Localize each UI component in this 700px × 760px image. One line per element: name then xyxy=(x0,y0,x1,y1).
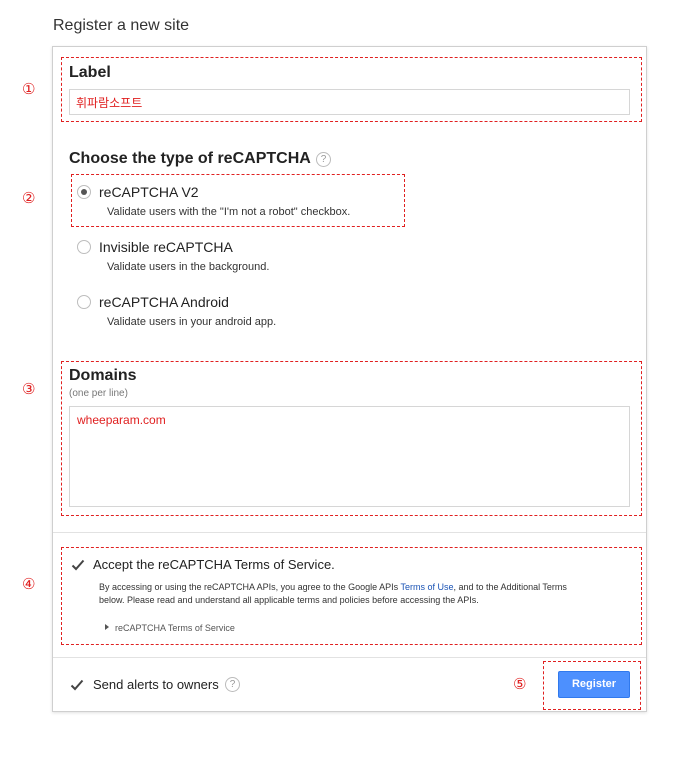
checkmark-icon xyxy=(70,679,84,691)
domains-title: Domains xyxy=(69,367,137,384)
help-icon[interactable]: ? xyxy=(316,152,331,167)
domains-textarea[interactable]: wheeparam.com xyxy=(69,406,630,507)
register-button[interactable]: Register xyxy=(558,671,630,698)
annotation-marker-3: ③ xyxy=(22,380,36,398)
help-icon[interactable]: ? xyxy=(225,677,240,692)
option-title-invisible: Invisible reCAPTCHA xyxy=(99,239,233,255)
register-site-panel: Label 휘파람소프트 Choose the type of reCAPTCH… xyxy=(52,46,647,712)
option-desc-v2: Validate users with the "I'm not a robot… xyxy=(107,206,351,218)
annotation-marker-4: ④ xyxy=(22,575,36,593)
option-title-v2: reCAPTCHA V2 xyxy=(99,184,199,200)
divider xyxy=(53,657,646,658)
label-input[interactable]: 휘파람소프트 xyxy=(69,89,630,115)
radio-recaptcha-android[interactable] xyxy=(77,295,91,309)
domains-hint: (one per line) xyxy=(69,388,128,399)
alerts-checkbox[interactable] xyxy=(70,678,84,692)
option-desc-android: Validate users in your android app. xyxy=(107,316,277,328)
accept-tos-label: Accept the reCAPTCHA Terms of Service. xyxy=(93,557,335,572)
caret-right-icon xyxy=(105,624,109,630)
tos-toggle-label: reCAPTCHA Terms of Service xyxy=(115,623,235,633)
terms-of-use-link[interactable]: Terms of Use xyxy=(401,582,454,592)
radio-invisible-recaptcha[interactable] xyxy=(77,240,91,254)
option-desc-invisible: Validate users in the background. xyxy=(107,261,270,273)
annotation-marker-2: ② xyxy=(22,189,36,207)
radio-recaptcha-v2[interactable] xyxy=(77,185,91,199)
alerts-label: Send alerts to owners xyxy=(93,677,219,692)
annotation-marker-1: ① xyxy=(22,80,36,98)
checkmark-icon xyxy=(71,559,85,571)
divider xyxy=(53,532,646,533)
annotation-box-type xyxy=(71,174,405,227)
recaptcha-type-title: Choose the type of reCAPTCHA xyxy=(69,150,311,167)
tos-expand-toggle[interactable]: reCAPTCHA Terms of Service xyxy=(105,623,235,633)
label-section-title: Label xyxy=(69,64,111,81)
page-title: Register a new site xyxy=(53,17,190,34)
tos-description: By accessing or using the reCAPTCHA APIs… xyxy=(99,581,594,607)
accept-tos-checkbox[interactable] xyxy=(71,558,85,572)
annotation-marker-5: ⑤ xyxy=(513,675,527,693)
option-title-android: reCAPTCHA Android xyxy=(99,294,229,310)
tos-text-before: By accessing or using the reCAPTCHA APIs… xyxy=(99,582,401,592)
